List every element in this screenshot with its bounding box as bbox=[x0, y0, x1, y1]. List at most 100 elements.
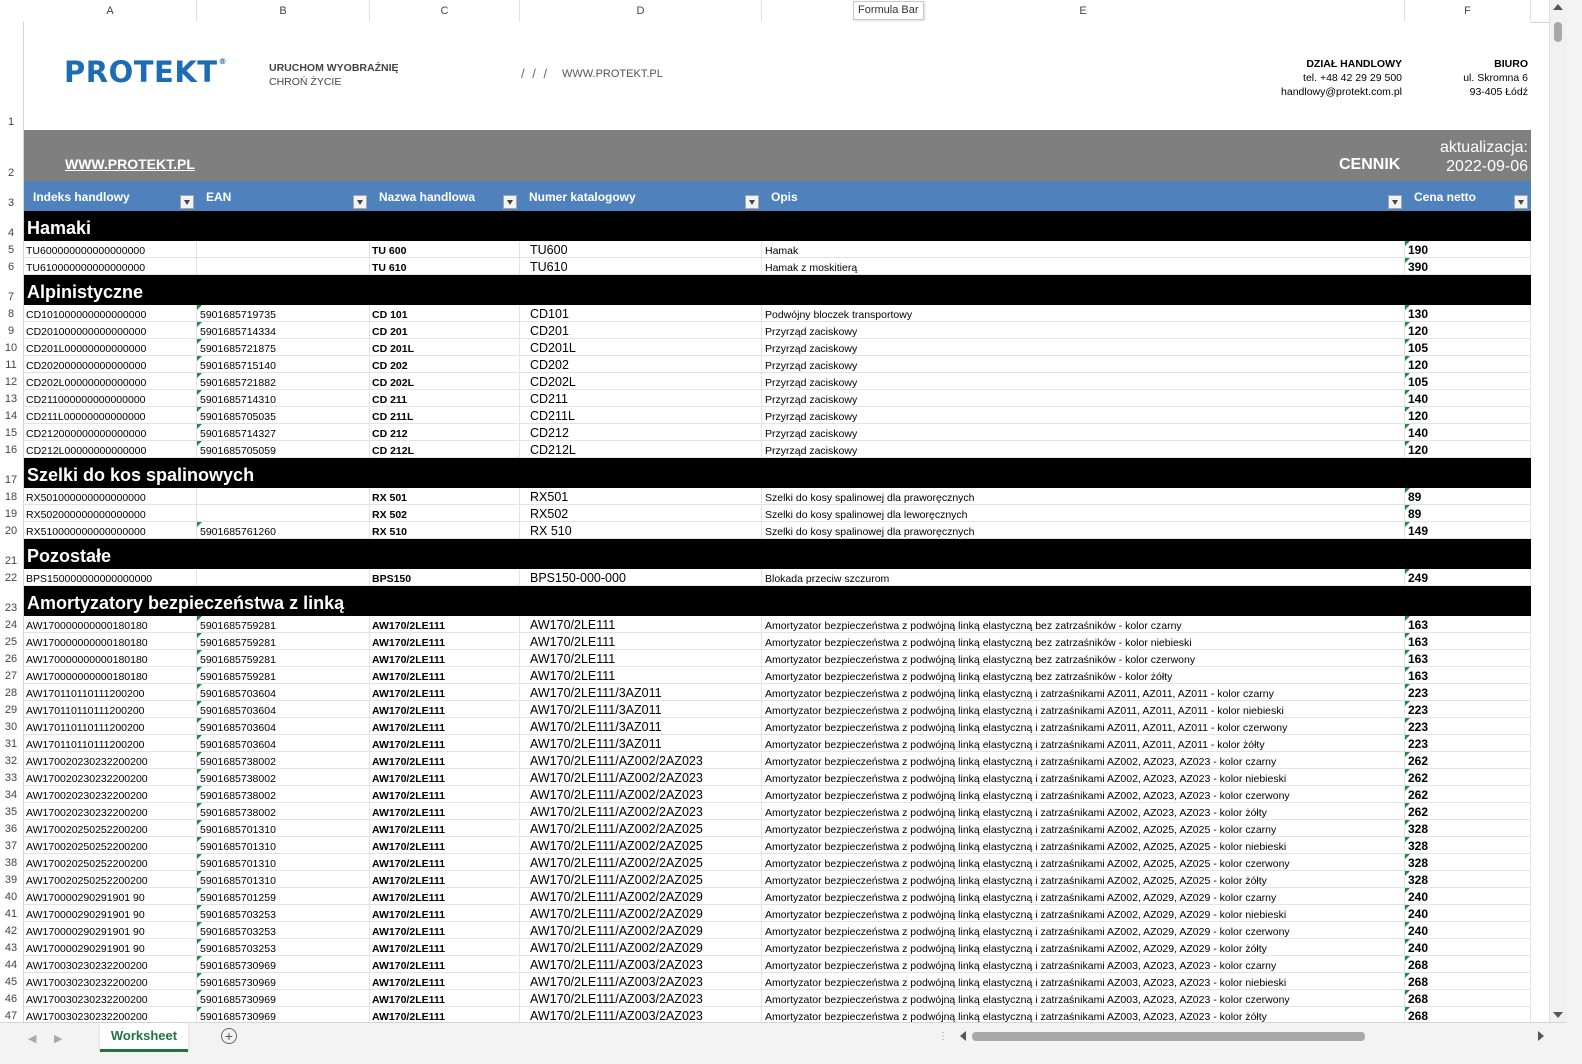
cell-ean[interactable]: 5901685703604 bbox=[197, 718, 370, 734]
cell-opis[interactable]: Amortyzator bezpieczeństwa z podwójną li… bbox=[762, 803, 1405, 819]
cell-nazwa[interactable]: AW170/2LE111 bbox=[370, 803, 520, 819]
cell-opis[interactable]: Szelki do kosy spalinowej dla praworęczn… bbox=[762, 522, 1405, 538]
cell-cena[interactable]: 140 bbox=[1405, 424, 1531, 440]
cell-idx[interactable]: TU600000000000000000 bbox=[24, 241, 197, 257]
cell-cena[interactable]: 120 bbox=[1405, 407, 1531, 423]
cell-idx[interactable]: CD211000000000000000 bbox=[24, 390, 197, 406]
cell-nazwa[interactable]: CD 202L bbox=[370, 373, 520, 389]
row-number[interactable]: 28 bbox=[0, 687, 22, 699]
cell-opis[interactable]: Amortyzator bezpieczeństwa z podwójną li… bbox=[762, 650, 1405, 666]
row-number[interactable]: 7 bbox=[0, 291, 22, 303]
cell-ean[interactable]: 5901685759281 bbox=[197, 650, 370, 666]
vertical-scrollbar[interactable] bbox=[1549, 0, 1567, 1022]
cell-kat[interactable]: CD201L bbox=[520, 339, 762, 355]
cell-ean[interactable]: 5901685759281 bbox=[197, 667, 370, 683]
cell-nazwa[interactable]: AW170/2LE111 bbox=[370, 922, 520, 938]
cell-kat[interactable]: AW170/2LE111/AZ002/2AZ029 bbox=[520, 939, 762, 955]
cell-cena[interactable]: 262 bbox=[1405, 752, 1531, 768]
cell-idx[interactable]: CD212000000000000000 bbox=[24, 424, 197, 440]
cell-kat[interactable]: AW170/2LE111/AZ002/2AZ025 bbox=[520, 871, 762, 887]
cell-opis[interactable]: Przyrząd zaciskowy bbox=[762, 390, 1405, 406]
scroll-down-arrow-icon[interactable] bbox=[1553, 1012, 1563, 1018]
table-row[interactable]: AW170020250252200200 5901685701310 AW170/2… bbox=[24, 837, 1531, 854]
cell-nazwa[interactable]: CD 101 bbox=[370, 305, 520, 321]
cell-kat[interactable]: AW170/2LE111/AZ002/2AZ023 bbox=[520, 769, 762, 785]
cell-idx[interactable]: AW170000000000180180 bbox=[24, 633, 197, 649]
cell-cena[interactable]: 328 bbox=[1405, 854, 1531, 870]
cell-opis[interactable]: Amortyzator bezpieczeństwa z podwójną li… bbox=[762, 667, 1405, 683]
table-row[interactable]: AW170000290291901 90 5901685703253 AW170/2… bbox=[24, 939, 1531, 956]
cell-opis[interactable]: Amortyzator bezpieczeństwa z podwójną li… bbox=[762, 616, 1405, 632]
row-number[interactable]: 31 bbox=[0, 738, 22, 750]
cell-idx[interactable]: AW170000290291901 90 bbox=[24, 888, 197, 904]
table-row[interactable]: AW170030230232200200 5901685730969 AW170/2… bbox=[24, 973, 1531, 990]
cell-idx[interactable]: AW170020230232200200 bbox=[24, 769, 197, 785]
filter-dropdown-icon[interactable] bbox=[353, 195, 367, 209]
table-row[interactable]: AW170020230232200200 5901685738002 AW170/2… bbox=[24, 786, 1531, 803]
table-row[interactable]: AW170000000000180180 5901685759281 AW170/2… bbox=[24, 667, 1531, 684]
row-number[interactable]: 1 bbox=[0, 116, 22, 128]
cell-nazwa[interactable]: AW170/2LE111 bbox=[370, 1007, 520, 1022]
cell-cena[interactable]: 249 bbox=[1405, 569, 1531, 585]
cell-ean[interactable]: 5901685705059 bbox=[197, 441, 370, 457]
cell-nazwa[interactable]: AW170/2LE111 bbox=[370, 854, 520, 870]
cell-cena[interactable]: 262 bbox=[1405, 803, 1531, 819]
website-link[interactable]: WWW.PROTEKT.PL bbox=[65, 156, 195, 172]
cell-ean[interactable]: 5901685730969 bbox=[197, 973, 370, 989]
cell-idx[interactable]: AW170110110111200200 bbox=[24, 735, 197, 751]
row-number[interactable]: 17 bbox=[0, 474, 22, 486]
cell-opis[interactable]: Amortyzator bezpieczeństwa z podwójną li… bbox=[762, 752, 1405, 768]
cell-ean[interactable]: 5901685719735 bbox=[197, 305, 370, 321]
cell-ean[interactable]: 5901685714327 bbox=[197, 424, 370, 440]
cell-opis[interactable]: Amortyzator bezpieczeństwa z podwójną li… bbox=[762, 990, 1405, 1006]
cell-cena[interactable]: 328 bbox=[1405, 837, 1531, 853]
table-row[interactable]: AW170000290291901 90 5901685701259 AW170/2… bbox=[24, 888, 1531, 905]
cell-kat[interactable]: AW170/2LE111/3AZ011 bbox=[520, 701, 762, 717]
cell-cena[interactable]: 105 bbox=[1405, 373, 1531, 389]
sheet-grid[interactable]: PROTEKT® URUCHOM WYOBRAŹNIĘ CHROŃ ŻYCIE … bbox=[24, 22, 1531, 1022]
cell-ean[interactable]: 5901685721882 bbox=[197, 373, 370, 389]
table-row[interactable]: TU610000000000000000 TU 610 TU610 Hamak z m… bbox=[24, 258, 1531, 275]
cell-kat[interactable]: AW170/2LE111/AZ002/2AZ029 bbox=[520, 888, 762, 904]
cell-kat[interactable]: CD202L bbox=[520, 373, 762, 389]
row-number[interactable]: 45 bbox=[0, 976, 22, 988]
cell-nazwa[interactable]: BPS150 bbox=[370, 569, 520, 585]
cell-idx[interactable]: TU610000000000000000 bbox=[24, 258, 197, 274]
cell-idx[interactable]: AW170000290291901 90 bbox=[24, 905, 197, 921]
cell-idx[interactable]: AW170020250252200200 bbox=[24, 820, 197, 836]
row-number[interactable]: 2 bbox=[0, 167, 22, 179]
cell-kat[interactable]: AW170/2LE111/AZ002/2AZ029 bbox=[520, 905, 762, 921]
row-number[interactable]: 22 bbox=[0, 572, 22, 584]
cell-ean[interactable]: 5901685701310 bbox=[197, 871, 370, 887]
cell-opis[interactable]: Amortyzator bezpieczeństwa z podwójną li… bbox=[762, 956, 1405, 972]
cell-kat[interactable]: AW170/2LE111/AZ002/2AZ023 bbox=[520, 752, 762, 768]
cell-nazwa[interactable]: RX 510 bbox=[370, 522, 520, 538]
cell-opis[interactable]: Hamak bbox=[762, 241, 1405, 257]
row-number[interactable]: 21 bbox=[0, 555, 22, 567]
cell-opis[interactable]: Amortyzator bezpieczeństwa z podwójną li… bbox=[762, 905, 1405, 921]
cell-cena[interactable]: 328 bbox=[1405, 820, 1531, 836]
cell-cena[interactable]: 262 bbox=[1405, 786, 1531, 802]
cell-opis[interactable]: Amortyzator bezpieczeństwa z podwójną li… bbox=[762, 633, 1405, 649]
cell-opis[interactable]: Przyrząd zaciskowy bbox=[762, 407, 1405, 423]
cell-nazwa[interactable]: TU 600 bbox=[370, 241, 520, 257]
scroll-left-arrow-icon[interactable] bbox=[960, 1031, 966, 1041]
filter-dropdown-icon[interactable] bbox=[180, 195, 194, 209]
category-row[interactable]: Pozostałe bbox=[24, 539, 1531, 569]
cell-kat[interactable]: CD212L bbox=[520, 441, 762, 457]
table-row[interactable]: AW170030230232200200 5901685730969 AW170/2… bbox=[24, 956, 1531, 973]
cell-cena[interactable]: 268 bbox=[1405, 973, 1531, 989]
table-row[interactable]: AW170030230232200200 5901685730969 AW170/2… bbox=[24, 1007, 1531, 1022]
cell-idx[interactable]: AW170000290291901 90 bbox=[24, 939, 197, 955]
cell-opis[interactable]: Amortyzator bezpieczeństwa z podwójną li… bbox=[762, 786, 1405, 802]
cell-idx[interactable]: CD101000000000000000 bbox=[24, 305, 197, 321]
cell-opis[interactable]: Szelki do kosy spalinowej dla praworęczn… bbox=[762, 488, 1405, 504]
cell-opis[interactable]: Amortyzator bezpieczeństwa z podwójną li… bbox=[762, 701, 1405, 717]
cell-opis[interactable]: Amortyzator bezpieczeństwa z podwójną li… bbox=[762, 735, 1405, 751]
cell-kat[interactable]: AW170/2LE111 bbox=[520, 667, 762, 683]
cell-kat[interactable]: AW170/2LE111/AZ002/2AZ025 bbox=[520, 854, 762, 870]
cell-cena[interactable]: 223 bbox=[1405, 684, 1531, 700]
row-number[interactable]: 15 bbox=[0, 427, 22, 439]
row-number[interactable]: 10 bbox=[0, 342, 22, 354]
table-row[interactable]: CD211000000000000000 5901685714310 CD 211 C… bbox=[24, 390, 1531, 407]
